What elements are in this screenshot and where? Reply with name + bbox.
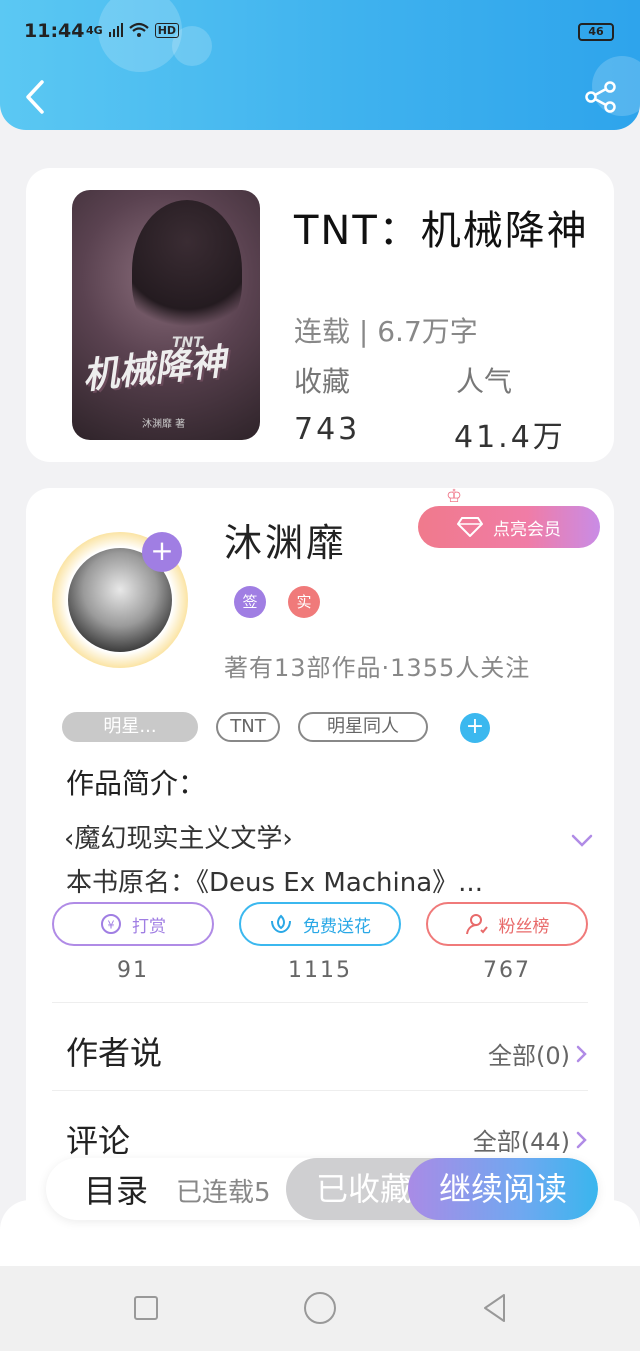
stat-favorites-label: 收藏	[294, 365, 351, 398]
tip-count: 91	[117, 958, 149, 983]
comments-link-label: 全部(44)	[472, 1128, 570, 1156]
hd-label: HD	[154, 22, 180, 38]
signed-badge: 签	[234, 586, 266, 618]
svg-text:¥: ¥	[108, 919, 115, 932]
tag-item[interactable]: 明星同人	[298, 712, 428, 742]
person-icon	[465, 914, 488, 935]
recent-apps-icon[interactable]	[134, 1296, 158, 1320]
author-says-link-label: 全部(0)	[488, 1042, 570, 1070]
book-info-card: TNT 机械降神 沐渊靡 著 TNT：机械降神 连载 | 6.7万字 收藏 人气…	[26, 168, 614, 462]
fan-ranking-button-label: 粉丝榜	[498, 916, 550, 937]
tip-button[interactable]: ¥ 打赏	[52, 902, 214, 946]
intro-text-line: ‹魔幻现实主义文学›	[64, 824, 293, 854]
add-tag-icon[interactable]: +	[460, 713, 490, 743]
chevron-right-icon	[576, 1131, 587, 1148]
back-icon[interactable]	[20, 78, 52, 116]
intro-text-line: 本书原名：《Deus Ex Machina》...	[66, 868, 483, 898]
share-icon[interactable]	[584, 80, 618, 114]
tag-item[interactable]: 明星...	[62, 712, 198, 742]
stat-popularity-value: 41.4万	[454, 420, 566, 455]
author-card: + 沐渊靡 ♔ 点亮会员 签 实 著有13部作品·1355人关注 明星... T…	[26, 486, 614, 1248]
fan-count: 767	[483, 958, 531, 983]
book-cover[interactable]: TNT 机械降神 沐渊靡 著	[72, 190, 260, 440]
author-says-link[interactable]: 全部(0)	[488, 1036, 588, 1071]
home-icon[interactable]	[304, 1292, 336, 1324]
toc-button[interactable]: 目录	[84, 1166, 148, 1212]
book-title: TNT：机械降神	[294, 208, 589, 254]
flower-icon	[271, 914, 291, 934]
author-name[interactable]: 沐渊靡	[224, 512, 347, 567]
divider	[52, 1090, 588, 1091]
verified-badge: 实	[288, 586, 320, 618]
cover-author: 沐渊靡 著	[142, 419, 186, 430]
send-flower-button-label: 免费送花	[303, 916, 371, 937]
stat-popularity-label: 人气	[456, 365, 513, 398]
flower-count: 1115	[288, 958, 352, 983]
yen-coin-icon: ¥	[101, 914, 121, 934]
vip-button-label: 点亮会员	[493, 519, 561, 540]
cover-figure	[132, 200, 242, 340]
chevron-down-icon[interactable]	[570, 832, 594, 850]
cover-title: 机械降神	[80, 340, 229, 398]
divider	[52, 1002, 588, 1003]
author-meta: 著有13部作品·1355人关注	[224, 654, 531, 682]
reading-action-bar: 目录 已连载5 已收藏 继续阅读	[46, 1158, 598, 1220]
network-label: 4G	[86, 23, 103, 37]
comments-link[interactable]: 全部(44)	[473, 1122, 588, 1157]
follow-plus-icon[interactable]: +	[142, 532, 182, 572]
tag-item[interactable]: TNT	[216, 712, 280, 742]
chevron-right-icon	[576, 1045, 587, 1062]
system-nav-bar	[0, 1266, 640, 1351]
fan-ranking-button[interactable]: 粉丝榜	[426, 902, 588, 946]
author-says-title: 作者说	[66, 1034, 163, 1072]
signal-icon	[108, 23, 123, 37]
intro-heading: 作品简介：	[66, 767, 207, 800]
serial-status: 已连载5	[176, 1178, 271, 1208]
signal-icons: 4G HD	[86, 22, 180, 38]
send-flower-button[interactable]: 免费送花	[239, 902, 401, 946]
status-bar: 11:44 4G HD 46	[0, 0, 640, 64]
battery-icon: 46	[578, 23, 614, 41]
tip-button-label: 打赏	[132, 916, 166, 937]
status-time: 11:44	[24, 20, 85, 42]
vip-button[interactable]: 点亮会员	[418, 506, 600, 548]
continue-reading-button[interactable]: 继续阅读	[408, 1158, 598, 1220]
stat-favorites-value: 743	[294, 412, 361, 447]
header-bar: 11:44 4G HD 46	[0, 0, 640, 130]
comments-title: 评论	[66, 1122, 131, 1160]
diamond-icon	[457, 517, 483, 537]
crown-icon: ♔	[446, 486, 463, 507]
nav-back-icon[interactable]	[480, 1292, 510, 1324]
book-status: 连载 | 6.7万字	[294, 315, 478, 348]
wifi-icon	[128, 22, 149, 37]
